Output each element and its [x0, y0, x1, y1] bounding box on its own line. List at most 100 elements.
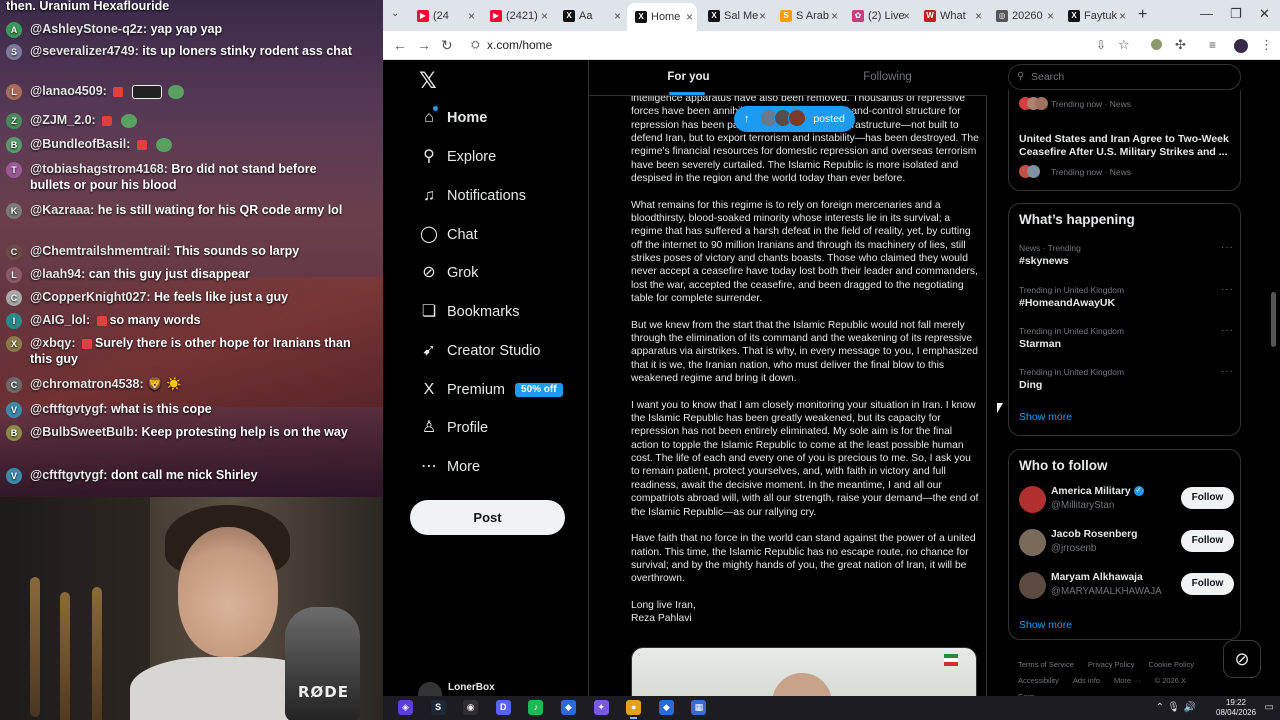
search-input[interactable]: ⚲ Search: [1008, 64, 1241, 90]
chevron-up-icon[interactable]: ⌃: [1156, 702, 1164, 713]
notification-icon[interactable]: ▭: [1265, 702, 1274, 713]
chat-avatar: K: [6, 203, 22, 219]
more-options-icon[interactable]: ···: [1221, 366, 1234, 377]
nav-item-profile[interactable]: ♙ Profile: [419, 413, 488, 443]
footer-link[interactable]: Privacy Policy: [1088, 660, 1135, 669]
tab-2[interactable]: ▶ (2421) ×: [482, 4, 552, 28]
profile-avatar[interactable]: [1234, 39, 1248, 53]
calculator-icon[interactable]: ▦: [691, 700, 707, 715]
app-7-icon[interactable]: ✦: [593, 700, 609, 715]
tab-title: S Arab: [796, 10, 830, 22]
discord-canary-icon[interactable]: D: [495, 700, 511, 715]
footer-link[interactable]: Ads info: [1073, 676, 1100, 685]
extensions-puzzle-icon[interactable]: ✣: [1175, 37, 1186, 53]
nav-item-premium[interactable]: X Premium 50% off: [419, 375, 563, 405]
nav-item-home[interactable]: ⌂ Home: [419, 103, 487, 133]
new-posts-pill[interactable]: ↑ posted: [734, 106, 855, 132]
steam-icon[interactable]: S: [430, 700, 446, 715]
maximize-icon[interactable]: ❐: [1230, 6, 1242, 22]
tab-close-icon[interactable]: ×: [686, 3, 693, 31]
footer-link[interactable]: Cookie Policy: [1149, 660, 1194, 669]
trend-item[interactable]: Trending in United Kingdom #HomeandAwayUK…: [1019, 284, 1234, 314]
tab-close-icon[interactable]: ×: [975, 4, 982, 28]
more-options-icon[interactable]: ···: [1221, 325, 1234, 336]
back-icon[interactable]: ←: [393, 37, 407, 53]
tab-1[interactable]: ▶ (24 ×: [409, 4, 479, 28]
footer-link[interactable]: More ···: [1114, 676, 1141, 685]
nav-item-chat[interactable]: ◯ Chat: [419, 220, 478, 250]
tab-close-icon[interactable]: ×: [1047, 4, 1054, 28]
nav-item-creator-studio[interactable]: ➹ Creator Studio: [419, 336, 540, 366]
nav-label: Explore: [447, 149, 497, 165]
page-scrollbar[interactable]: [1271, 292, 1276, 347]
clock[interactable]: 19:22 08/04/2026: [1216, 698, 1256, 718]
install-app-icon[interactable]: ⇩: [1096, 37, 1106, 53]
tab-4[interactable]: X Home ×: [627, 3, 697, 31]
volume-icon[interactable]: 🔊: [1184, 702, 1196, 713]
trend-item[interactable]: News · Trending #skynews ···: [1019, 242, 1234, 272]
tab-9[interactable]: ◎ 20260 ×: [988, 4, 1058, 28]
footer-link[interactable]: Accessibility: [1018, 676, 1059, 685]
tab-close-icon[interactable]: ×: [614, 4, 621, 28]
tab-close-icon[interactable]: ×: [831, 4, 838, 28]
chrome-icon[interactable]: ●: [626, 700, 642, 719]
tab-close-icon[interactable]: ×: [541, 4, 548, 28]
tab-close-icon[interactable]: ×: [903, 4, 910, 28]
news-meta-text: Trending now · News: [1051, 167, 1131, 177]
nav-item-more[interactable]: ⋯ More: [419, 452, 480, 482]
forward-icon[interactable]: →: [417, 37, 431, 53]
follow-button[interactable]: Follow: [1181, 487, 1234, 509]
extension-icon[interactable]: [1151, 39, 1162, 50]
more-options-icon[interactable]: ···: [1221, 284, 1234, 295]
trend-item[interactable]: Trending in United Kingdom Ding ···: [1019, 366, 1234, 396]
x-logo-icon[interactable]: 𝕏: [419, 68, 437, 94]
close-window-icon[interactable]: ✕: [1259, 6, 1270, 22]
show-more-trends-link[interactable]: Show more: [1019, 411, 1072, 423]
microphone-icon[interactable]: 🎙: [1167, 702, 1180, 713]
account-switcher[interactable]: LonerBox: [418, 682, 495, 696]
tab-5[interactable]: X Sal Me ×: [700, 4, 770, 28]
post-button[interactable]: Post: [410, 500, 565, 535]
post-media-image[interactable]: [631, 647, 977, 696]
follow-button[interactable]: Follow: [1181, 530, 1234, 552]
spotify-icon[interactable]: ♪: [528, 700, 544, 715]
minimize-icon[interactable]: —: [1200, 6, 1213, 21]
tab-8[interactable]: W What ×: [916, 4, 986, 28]
grok-floating-button[interactable]: ⊘: [1223, 640, 1261, 678]
tab-close-icon[interactable]: ×: [1119, 4, 1126, 28]
app-1-icon[interactable]: ◈: [398, 700, 413, 715]
reload-icon[interactable]: ↻: [441, 37, 453, 53]
tab-7[interactable]: ✿ (2) Live ×: [844, 4, 914, 28]
more-options-icon[interactable]: ···: [1221, 242, 1234, 253]
app-9-icon[interactable]: ◆: [658, 700, 674, 715]
trend-item[interactable]: Trending in United Kingdom Starman ···: [1019, 325, 1234, 355]
media-controls-icon[interactable]: ≡: [1209, 37, 1216, 53]
trend-context: Trending in United Kingdom: [1019, 326, 1125, 336]
nav-item-grok[interactable]: ⊘ Grok: [419, 258, 478, 288]
tab-close-icon[interactable]: ×: [468, 4, 475, 28]
nav-item-bookmarks[interactable]: ❏ Bookmarks: [419, 297, 520, 327]
bookmark-star-icon[interactable]: ☆: [1118, 37, 1130, 53]
nav-item-explore[interactable]: ⚲ Explore: [419, 142, 496, 172]
follow-suggestion[interactable]: Maryam Alkhawaja @MARYAMALKHAWAJA Follow: [1019, 569, 1234, 603]
follow-suggestion[interactable]: Jacob Rosenberg @jrrosenb Follow: [1019, 526, 1234, 560]
tab-following[interactable]: Following: [788, 60, 987, 95]
browser-menu-icon[interactable]: ⋮: [1260, 37, 1273, 53]
app-6-icon[interactable]: ◆: [561, 700, 576, 715]
tab-search-chevron-icon[interactable]: ⌄: [391, 8, 399, 19]
new-tab-button[interactable]: +: [1138, 6, 1147, 24]
obs-icon[interactable]: ◉: [463, 700, 479, 715]
address-bar[interactable]: ⛭ x.com/home: [471, 34, 1071, 57]
site-info-icon[interactable]: ⛭: [471, 34, 480, 57]
footer-link[interactable]: Terms of Service: [1018, 660, 1074, 669]
tab-for-you[interactable]: For you: [589, 60, 788, 95]
tab-6[interactable]: S S Arab ×: [772, 4, 842, 28]
tab-3[interactable]: X Aa ×: [555, 4, 625, 28]
show-more-follow-link[interactable]: Show more: [1019, 619, 1072, 631]
tab-10[interactable]: X Faytuk ×: [1060, 4, 1130, 28]
follow-suggestion[interactable]: America Military ✓ @MillitaryStan Follow: [1019, 483, 1234, 517]
follow-button[interactable]: Follow: [1181, 573, 1234, 595]
nav-item-notifications[interactable]: ♫ Notifications: [419, 181, 526, 211]
tab-close-icon[interactable]: ×: [759, 4, 766, 28]
news-headline[interactable]: United States and Iran Agree to Two-Week…: [1019, 133, 1234, 159]
